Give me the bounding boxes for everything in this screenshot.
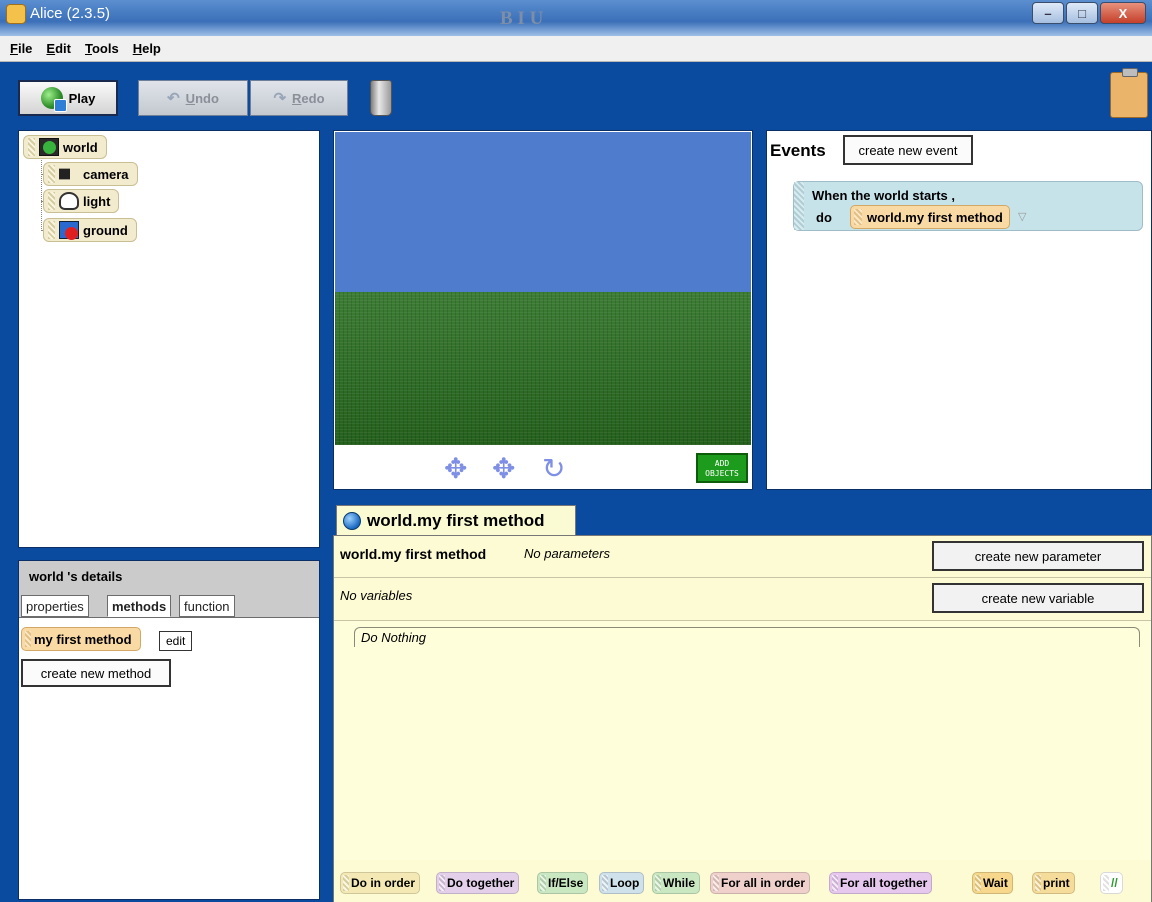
play-label: Play [68, 90, 96, 106]
tab-functions[interactable]: function [179, 595, 235, 617]
tile-wait[interactable]: Wait [972, 872, 1013, 894]
redo-label: Redo [292, 90, 325, 106]
close-button[interactable]: X [1100, 2, 1146, 24]
redo-button[interactable]: ↷ Redo [250, 80, 348, 116]
drag-grip [48, 221, 55, 239]
drag-grip [48, 192, 55, 210]
ground-icon [59, 221, 79, 240]
scene-ground[interactable] [335, 292, 751, 445]
drag-grip [48, 165, 55, 183]
add-objects-button[interactable]: ADD OBJECTS [696, 453, 748, 483]
tree-node-label: camera [83, 166, 129, 182]
drag-grip [794, 182, 804, 230]
method-editor-panel: world.my first method No parameters crea… [333, 535, 1152, 902]
tile-for-all-together[interactable]: For all together [829, 872, 933, 894]
title-bar: Alice (2.3.5) B I U – □ X [0, 0, 1152, 36]
undo-label: Undo [185, 90, 219, 106]
menu-edit[interactable]: Edit [46, 41, 71, 56]
control-tiles-bar: Do in order Do together If/Else Loop Whi… [334, 862, 1151, 902]
event-block[interactable]: When the world starts , do world.my firs… [793, 181, 1143, 231]
play-globe-icon [40, 87, 67, 112]
menu-tools[interactable]: Tools [85, 41, 119, 56]
variables-row: No variables create new variable [334, 578, 1151, 620]
add-objects-label-line1: ADD [714, 459, 730, 468]
method-name: world.my first method [340, 546, 487, 562]
world-view-panel: ✥ ✥ ↻ ADD OBJECTS [333, 130, 753, 490]
create-new-parameter-button[interactable]: create new parameter [932, 541, 1144, 571]
add-objects-label-line2: OBJECTS [705, 469, 739, 478]
undo-button[interactable]: ↶ Undo [138, 80, 248, 116]
method-tab-label: world.my first method [367, 510, 545, 530]
tree-node-label: world [63, 139, 98, 155]
tile-do-together[interactable]: Do together [436, 872, 520, 894]
tree-node-label: light [83, 193, 111, 209]
minimize-button[interactable]: – [1032, 2, 1064, 24]
tile-if-else[interactable]: If/Else [537, 872, 589, 894]
scene-sky[interactable] [335, 132, 751, 292]
tile-for-all-in-order[interactable]: For all in order [710, 872, 811, 894]
details-header: world 's details properties methods func… [19, 561, 319, 617]
camera-move-arrows-icon[interactable]: ✥ [444, 455, 467, 483]
event-method-tile[interactable]: world.my first method [850, 205, 1010, 229]
tab-divider [19, 617, 319, 618]
no-variables-label: No variables [340, 588, 413, 603]
events-title: Events [770, 141, 826, 160]
events-panel: Events create new event When the world s… [766, 130, 1152, 490]
world-icon [39, 138, 59, 156]
trash-can-icon[interactable] [370, 80, 392, 116]
event-trigger-label: When the world starts , [812, 188, 956, 203]
method-tile-my-first-method[interactable]: my first method [21, 627, 141, 651]
object-tree-panel: world camera light ground [18, 130, 320, 548]
background-format-toolbar-ghost: B I U [500, 8, 544, 29]
light-bulb-icon [59, 192, 79, 210]
no-parameters-label: No parameters [524, 546, 610, 561]
tree-node-ground[interactable]: ground [43, 218, 137, 242]
tree-node-label: ground [83, 222, 128, 238]
camera-controls: ✥ ✥ ↻ [434, 449, 594, 485]
clipboard-icon[interactable] [1110, 68, 1148, 118]
menu-file[interactable]: File [10, 41, 32, 56]
tab-method-editor[interactable]: world.my first method [336, 505, 576, 535]
create-new-method-button[interactable]: create new method [21, 659, 171, 687]
method-ball-icon [343, 511, 361, 530]
tree-connector [41, 157, 42, 231]
tile-comment[interactable]: // [1100, 872, 1123, 894]
do-nothing-block: Do Nothing [354, 627, 1140, 647]
edit-method-button[interactable]: edit [159, 631, 193, 651]
tile-do-in-order[interactable]: Do in order [340, 872, 421, 894]
alice-app-icon [6, 4, 26, 24]
tree-node-camera[interactable]: camera [43, 162, 138, 186]
create-new-event-button[interactable]: create new event [843, 135, 973, 165]
redo-icon: ↷ [273, 90, 287, 107]
window-title: Alice (2.3.5) [30, 5, 111, 22]
tree-node-world[interactable]: world [23, 135, 107, 159]
menu-bar: File Edit Tools Help [0, 36, 1152, 62]
method-body-drop-area[interactable]: Do Nothing [334, 620, 1151, 860]
camera-icon [59, 165, 79, 183]
play-button[interactable]: Play [18, 80, 118, 116]
tile-loop[interactable]: Loop [599, 872, 645, 894]
details-panel: world 's details properties methods func… [18, 560, 320, 900]
chevron-down-icon[interactable]: ▽ [1018, 210, 1026, 223]
maximize-button[interactable]: □ [1066, 2, 1098, 24]
tab-methods[interactable]: methods [107, 595, 172, 617]
tree-node-light[interactable]: light [43, 189, 120, 213]
menu-help[interactable]: Help [133, 41, 161, 56]
details-title: world 's details [29, 569, 123, 584]
undo-icon: ↶ [167, 90, 180, 107]
camera-tilt-icon[interactable]: ↻ [542, 455, 565, 483]
tile-print[interactable]: print [1032, 872, 1075, 894]
tile-while[interactable]: While [652, 872, 700, 894]
method-header: world.my first method No parameters crea… [334, 536, 1151, 578]
create-new-variable-button[interactable]: create new variable [932, 583, 1144, 613]
event-do-label: do [816, 210, 832, 225]
tab-properties[interactable]: properties [21, 595, 89, 617]
camera-turn-arrows-icon[interactable]: ✥ [492, 455, 515, 483]
drag-grip [28, 138, 35, 156]
